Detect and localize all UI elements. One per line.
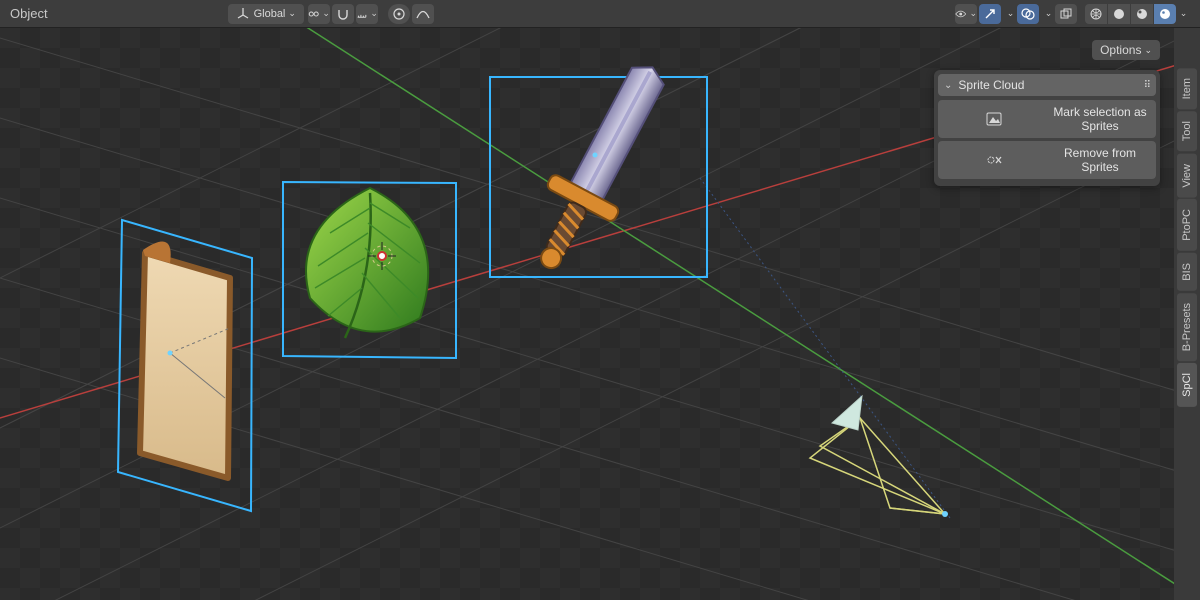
material-icon [1135, 7, 1149, 21]
remove-icon [946, 152, 1042, 168]
solid-shading-button[interactable] [1108, 4, 1130, 24]
xray-toggle[interactable] [1055, 4, 1077, 24]
chevron-down-icon: ⌄ [944, 80, 952, 91]
chevron-down-icon: ⌄ [1045, 8, 1053, 19]
proportional-falloff-dropdown[interactable] [412, 4, 434, 24]
solid-icon [1112, 7, 1126, 21]
gizmo-toggle[interactable] [979, 4, 1001, 24]
n-panel-tabs: Item Tool View PtoPC BIS B-Presets SpCl [1174, 28, 1200, 600]
shading-dropdown[interactable]: ⌄ [1176, 4, 1188, 24]
falloff-icon [416, 9, 430, 19]
gizmo-dropdown[interactable]: ⌄ [1003, 4, 1015, 24]
tab-view[interactable]: View [1177, 154, 1197, 198]
origin-dot [593, 153, 598, 158]
pivot-point-dropdown[interactable]: ⌄ [308, 4, 330, 24]
chevron-down-icon: ⌄ [969, 8, 977, 19]
proportional-toggle[interactable] [388, 4, 410, 24]
chevron-down-icon: ⌄ [1007, 8, 1015, 19]
snap-toggle[interactable] [332, 4, 354, 24]
wireframe-icon [1089, 7, 1103, 21]
chevron-down-icon: ⌄ [288, 8, 296, 19]
chevron-down-icon: ⌄ [370, 8, 378, 19]
mark-icon [946, 111, 1042, 127]
viewport-header: Object Global ⌄ ⌄ ⌄ ⌄ ⌄ ⌄ ⌄ [0, 0, 1200, 28]
drag-handle-icon[interactable]: ⠿ [1144, 80, 1150, 91]
panel-title: Sprite Cloud [958, 78, 1143, 92]
shading-mode-group [1085, 4, 1176, 24]
chevron-down-icon: ⌄ [322, 8, 330, 19]
sprite-cloud-panel: ⌄ Sprite Cloud ⠿ Mark selection as Sprit… [934, 70, 1160, 186]
button-label: Remove from Sprites [1052, 146, 1148, 174]
interaction-mode-label[interactable]: Object [10, 6, 48, 21]
tab-bis[interactable]: BIS [1177, 253, 1197, 291]
tab-bpresets[interactable]: B-Presets [1177, 293, 1197, 361]
mark-as-sprites-button[interactable]: Mark selection as Sprites [938, 100, 1156, 138]
tab-spcl[interactable]: SpCl [1177, 363, 1197, 407]
matprev-shading-button[interactable] [1131, 4, 1153, 24]
button-label: Mark selection as Sprites [1052, 105, 1148, 133]
pivot-icon [308, 7, 319, 21]
panel-header[interactable]: ⌄ Sprite Cloud ⠿ [938, 74, 1156, 96]
visibility-dropdown[interactable]: ⌄ [955, 4, 977, 24]
tab-item[interactable]: Item [1177, 68, 1197, 109]
xray-icon [1059, 7, 1073, 21]
tab-tool[interactable]: Tool [1177, 111, 1197, 151]
viewport-options-dropdown[interactable]: Options ⌄ [1092, 40, 1160, 60]
eye-icon [955, 8, 966, 20]
magnet-icon [336, 7, 350, 21]
transform-orientation-dropdown[interactable]: Global ⌄ [228, 4, 304, 24]
chevron-down-icon: ⌄ [1144, 45, 1152, 56]
axes-icon [236, 7, 250, 21]
snap-options-dropdown[interactable]: ⌄ [356, 4, 378, 24]
rendered-shading-button[interactable] [1154, 4, 1176, 24]
wireframe-shading-button[interactable] [1085, 4, 1107, 24]
tab-ptopc[interactable]: PtoPC [1177, 199, 1197, 251]
overlays-icon [1021, 7, 1035, 21]
remove-from-sprites-button[interactable]: Remove from Sprites [938, 141, 1156, 179]
increment-icon [356, 7, 367, 21]
overlays-dropdown[interactable]: ⌄ [1041, 4, 1053, 24]
orientation-label: Global [254, 8, 286, 20]
proportional-icon [392, 7, 406, 21]
rendered-icon [1158, 7, 1172, 21]
overlays-toggle[interactable] [1017, 4, 1039, 24]
options-label: Options [1100, 43, 1141, 57]
chevron-down-icon: ⌄ [1180, 8, 1188, 19]
arrow-icon [983, 7, 997, 21]
